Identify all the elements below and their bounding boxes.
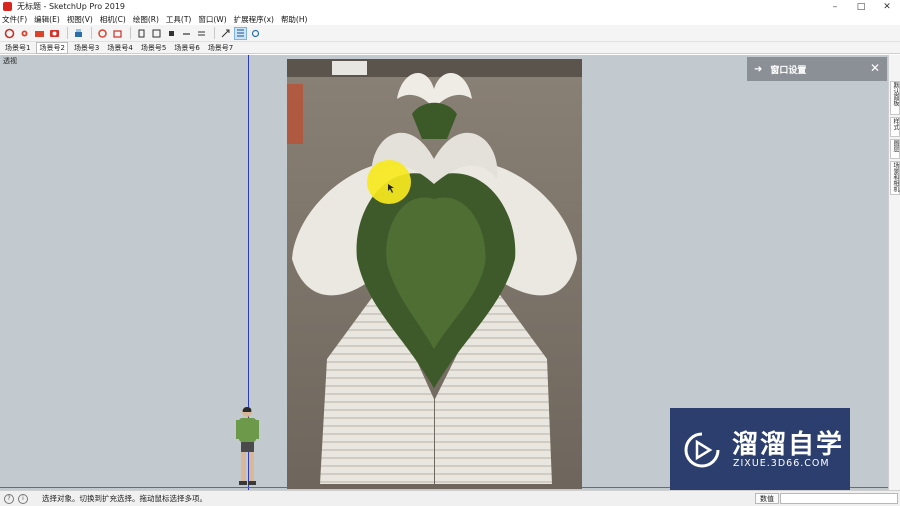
play-logo-icon (684, 432, 720, 468)
view-label: 透视 (3, 57, 17, 65)
toolbar-divider (67, 27, 68, 39)
menu-file[interactable]: 文件(F) (2, 14, 27, 25)
menu-extensions[interactable]: 扩展程序(x) (234, 14, 274, 25)
scene-tab[interactable]: 场景号6 (172, 43, 201, 53)
status-message: 选择对象。切换到扩充选择。拖动鼠标选择多项。 (42, 494, 207, 503)
tray-tab-layers[interactable]: 图层 (890, 139, 900, 159)
tray-tab-styles[interactable]: 样式 (890, 117, 900, 137)
menu-tools[interactable]: 工具(T) (166, 14, 191, 25)
menu-bar: 文件(F) 编辑(E) 视图(V) 相机(C) 绘图(R) 工具(T) 窗口(W… (0, 13, 900, 25)
window-controls: – □ ✕ (822, 0, 900, 13)
watermark-badge: 溜溜自学 ZIXUE.3D66.COM (670, 408, 850, 493)
cursor-highlight (367, 160, 411, 204)
tray-panel-header[interactable]: ➜ 窗口设置 ✕ (747, 57, 887, 81)
tray-title: 窗口设置 (770, 65, 807, 76)
scene-tab[interactable]: 场景号5 (139, 43, 168, 53)
maximize-button[interactable]: □ (848, 0, 874, 13)
scale-figure[interactable] (233, 405, 263, 487)
title-bar: 无标题 - SketchUp Pro 2019 – □ ✕ (0, 0, 900, 13)
reference-photo[interactable] (287, 59, 582, 489)
close-button[interactable]: ✕ (874, 0, 900, 13)
window-title: 无标题 - SketchUp Pro 2019 (17, 2, 125, 11)
toolbar-divider (214, 27, 215, 39)
menu-camera[interactable]: 相机(C) (100, 14, 126, 25)
close-icon[interactable]: ✕ (870, 61, 880, 75)
scene-tab[interactable]: 场景号4 (105, 43, 134, 53)
collapse-arrow-icon[interactable]: ➜ (754, 64, 762, 75)
section-plane-icon[interactable] (234, 26, 247, 40)
help-icon[interactable]: ? (4, 493, 14, 504)
watermark-title: 溜溜自学 (732, 430, 845, 460)
watermark-url: ZIXUE.3D66.COM (733, 458, 830, 469)
zoom-extents-icon[interactable] (219, 27, 232, 40)
scene-tab-active[interactable]: 场景号2 (36, 41, 68, 54)
scene-tab[interactable]: 场景号1 (3, 43, 32, 53)
measurement-label: 数值 (755, 493, 779, 504)
left-view-icon[interactable] (195, 27, 208, 40)
box-icon[interactable] (111, 27, 124, 40)
tray-side-strip: 默认面板 样式 图层 场景和相机 (888, 55, 900, 490)
menu-draw[interactable]: 绘图(R) (133, 14, 159, 25)
settings-icon[interactable] (96, 27, 109, 40)
sketchup-logo-icon (3, 2, 12, 11)
section-display-icon[interactable] (249, 27, 262, 40)
toolbar-divider (91, 27, 92, 39)
menu-window[interactable]: 窗口(W) (198, 14, 226, 25)
scene-tab[interactable]: 场景号3 (72, 43, 101, 53)
status-bar: ? i 选择对象。切换到扩充选择。拖动鼠标选择多项。 数值 (0, 490, 900, 506)
toolbar (0, 25, 900, 42)
measurement-input[interactable] (780, 493, 898, 504)
scenes-bar: 场景号1 场景号2 场景号3 场景号4 场景号5 场景号6 场景号7 (0, 41, 900, 54)
scene-tab[interactable]: 场景号7 (206, 43, 235, 53)
top-view-icon[interactable] (150, 27, 163, 40)
toolbar-divider (130, 27, 131, 39)
menu-help[interactable]: 帮助(H) (281, 14, 308, 25)
front-view-icon[interactable] (135, 27, 148, 40)
menu-edit[interactable]: 编辑(E) (34, 14, 60, 25)
print-icon[interactable] (72, 27, 85, 40)
info-icon[interactable]: i (18, 493, 28, 504)
menu-view[interactable]: 视图(V) (67, 14, 93, 25)
gear-icon[interactable] (18, 27, 31, 40)
iso-view-icon[interactable] (165, 27, 178, 40)
camera-icon[interactable] (48, 27, 61, 40)
back-view-icon[interactable] (180, 27, 193, 40)
tray-tab-default[interactable]: 默认面板 (890, 81, 900, 115)
tray-tab-scenes[interactable]: 场景和相机 (890, 161, 900, 195)
open-folder-icon[interactable] (33, 27, 46, 40)
getting-started-icon[interactable] (3, 27, 16, 40)
minimize-button[interactable]: – (822, 0, 848, 13)
